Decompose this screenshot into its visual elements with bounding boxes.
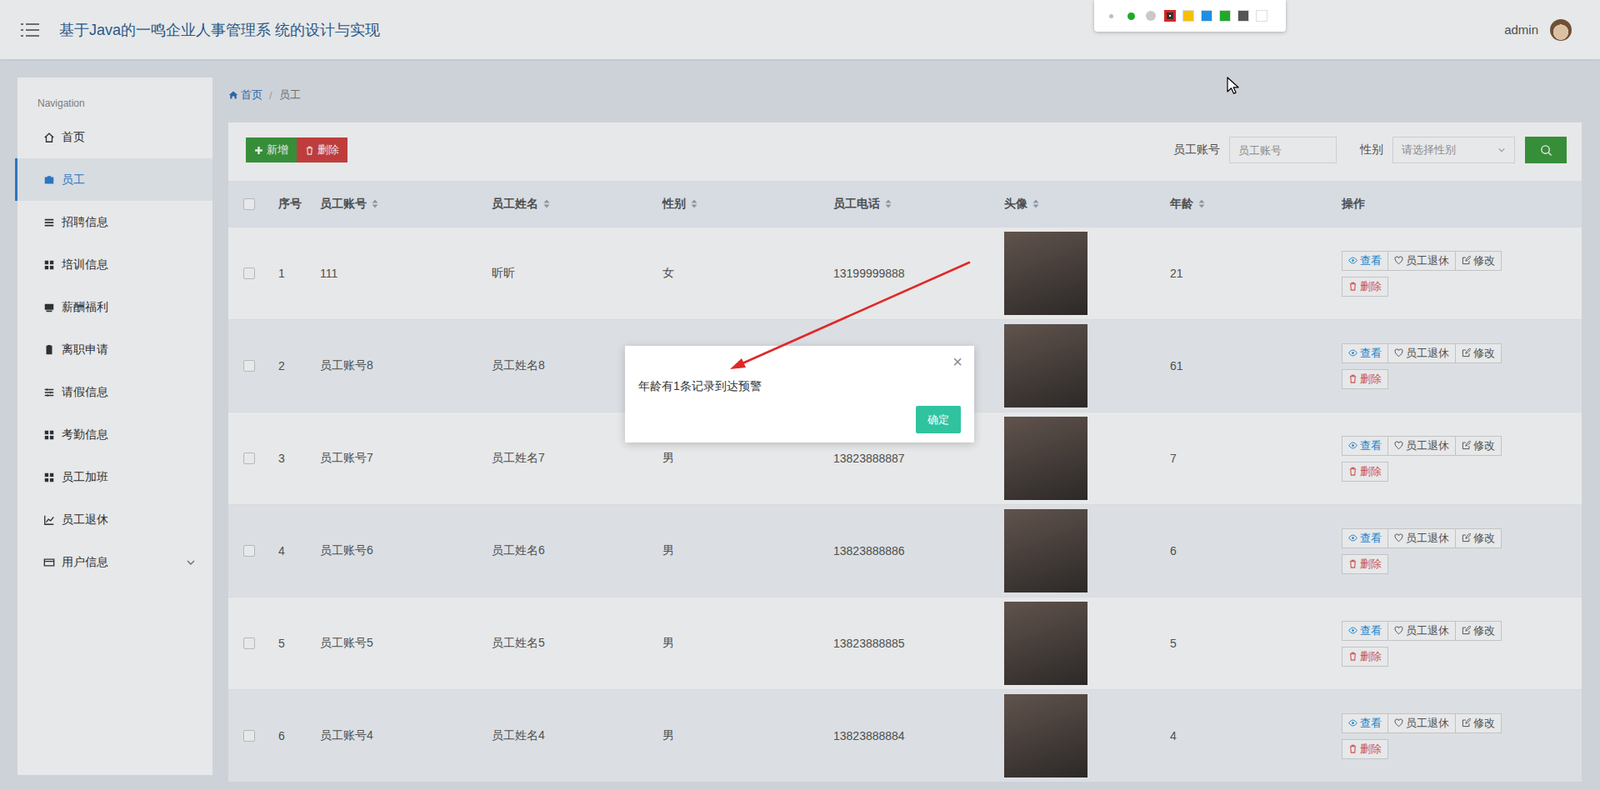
color-swatch[interactable] (1219, 10, 1231, 22)
color-swatch[interactable] (1255, 10, 1268, 22)
color-swatch[interactable] (1237, 10, 1250, 22)
color-swatch[interactable] (1182, 10, 1195, 22)
screen: 基于Java的一鸣企业人事管理系 统的设计与实现adminNavigation首… (0, 0, 1600, 790)
mouse-cursor-icon (1226, 76, 1240, 95)
alert-dialog: × 年龄有1条记录到达预警确定 (625, 345, 975, 443)
color-swatch[interactable] (1200, 10, 1213, 22)
close-button[interactable]: × (952, 352, 963, 372)
pen-size-option[interactable] (1144, 9, 1158, 23)
pen-size-option[interactable] (1124, 9, 1138, 23)
annotation-toolbar (1094, 0, 1286, 32)
dialog-message: 年龄有1条记录到达预警 (638, 377, 961, 395)
pen-size-option[interactable] (1104, 9, 1118, 23)
color-swatch[interactable] (1164, 10, 1176, 22)
confirm-button[interactable]: 确定 (915, 405, 961, 434)
